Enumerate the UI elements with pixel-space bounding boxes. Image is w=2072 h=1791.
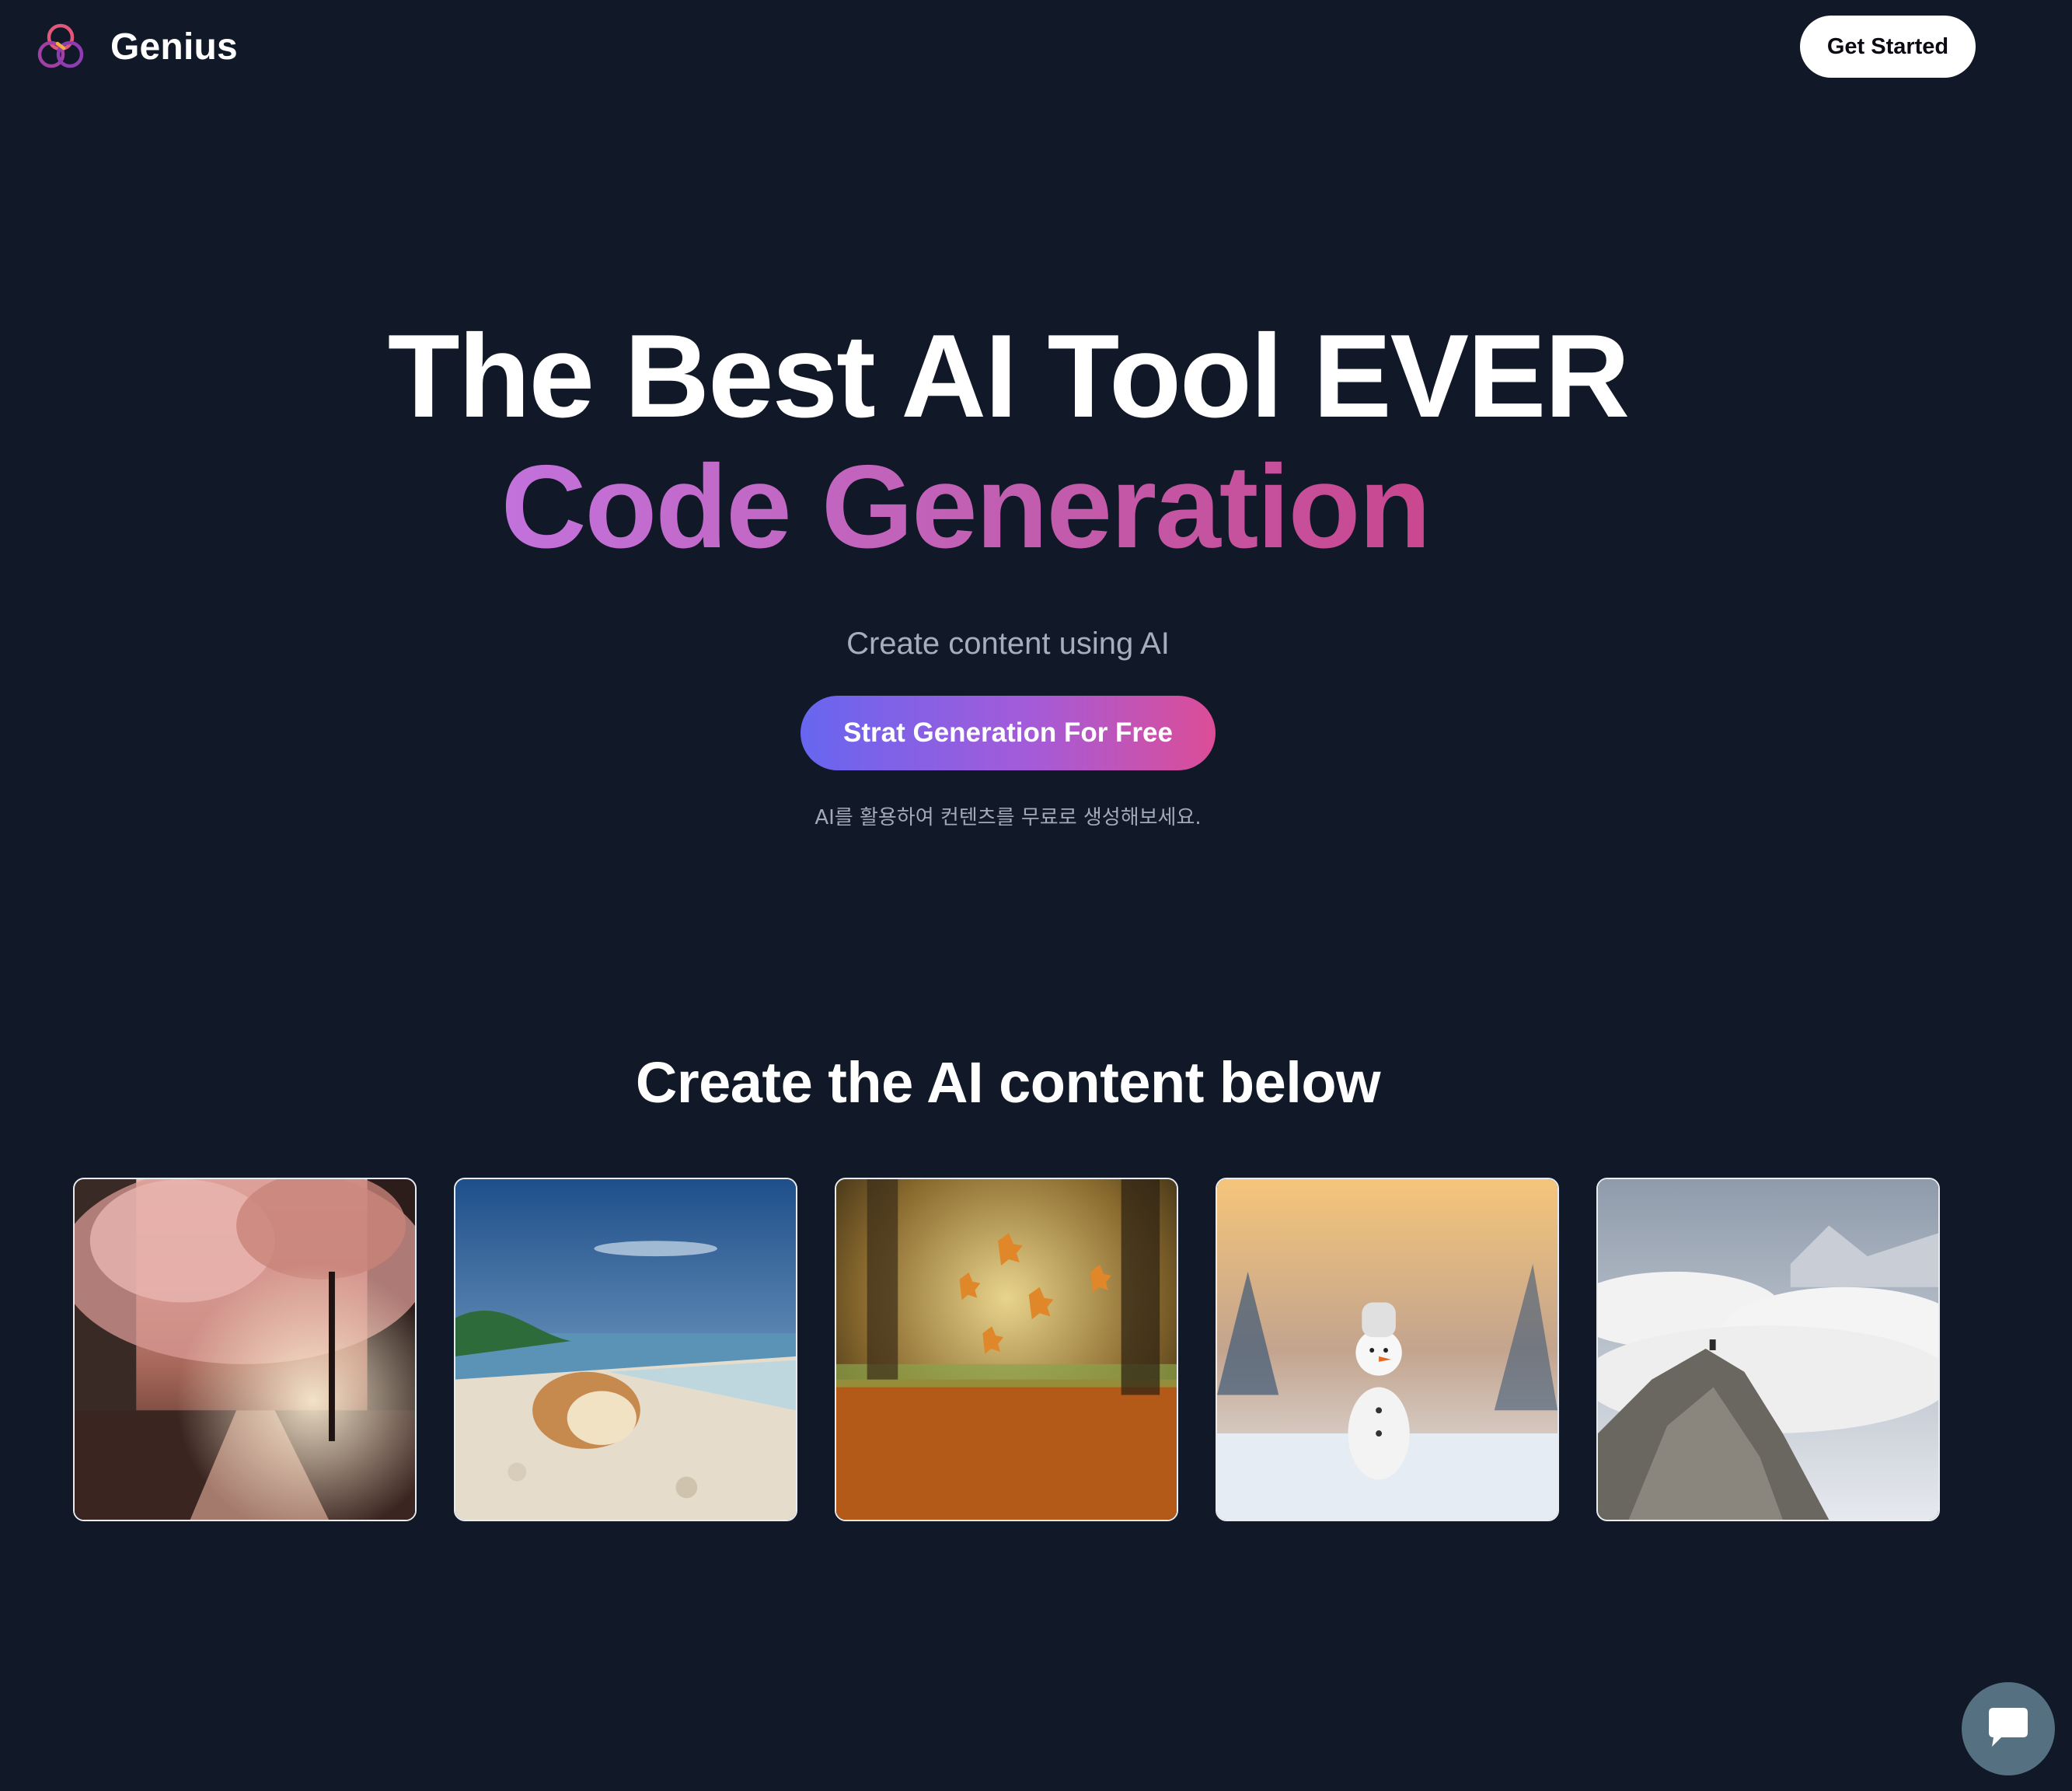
gallery-title: Create the AI content below — [635, 1050, 1381, 1115]
gallery-card-mountain-clouds[interactable] — [1596, 1178, 1940, 1521]
get-started-button[interactable]: Get Started — [1800, 16, 1976, 78]
hero-note: AI를 활용하여 컨텐츠를 무료로 생성해보세요. — [814, 806, 1202, 829]
image-gallery — [73, 1178, 1940, 1521]
hero-description: Create content using AI — [846, 627, 1170, 661]
gallery-card-snowman[interactable] — [1216, 1178, 1559, 1521]
autumn-falling-leaves-image — [836, 1179, 1177, 1520]
mountain-peak-clouds-image — [1598, 1179, 1938, 1520]
genius-logo-icon — [37, 23, 84, 68]
chat-button[interactable] — [1962, 1682, 2055, 1775]
start-generation-button[interactable]: Strat Generation For Free — [801, 696, 1216, 770]
snowman-winter-image — [1217, 1179, 1557, 1520]
gallery-card-cherry-blossom[interactable] — [73, 1178, 417, 1521]
brand-link[interactable]: Genius — [34, 20, 238, 73]
hero-section: The Best AI Tool EVER Code Generation Cr… — [0, 311, 2016, 830]
landing-page: Genius Get Started The Best AI Tool EVER… — [0, 0, 2072, 1791]
hero-title: The Best AI Tool EVER — [387, 310, 1630, 442]
top-nav: Genius Get Started — [0, 0, 2072, 93]
cherry-blossom-street-image — [75, 1179, 415, 1520]
gallery-card-autumn-leaves[interactable] — [835, 1178, 1178, 1521]
seashell-beach-image — [455, 1179, 796, 1520]
gallery-card-seashell-beach[interactable] — [454, 1178, 797, 1521]
brand-name: Genius — [110, 26, 238, 68]
chat-bubble-icon — [1989, 1708, 2028, 1747]
hero-rotating-word: Code Generation — [501, 441, 1432, 573]
